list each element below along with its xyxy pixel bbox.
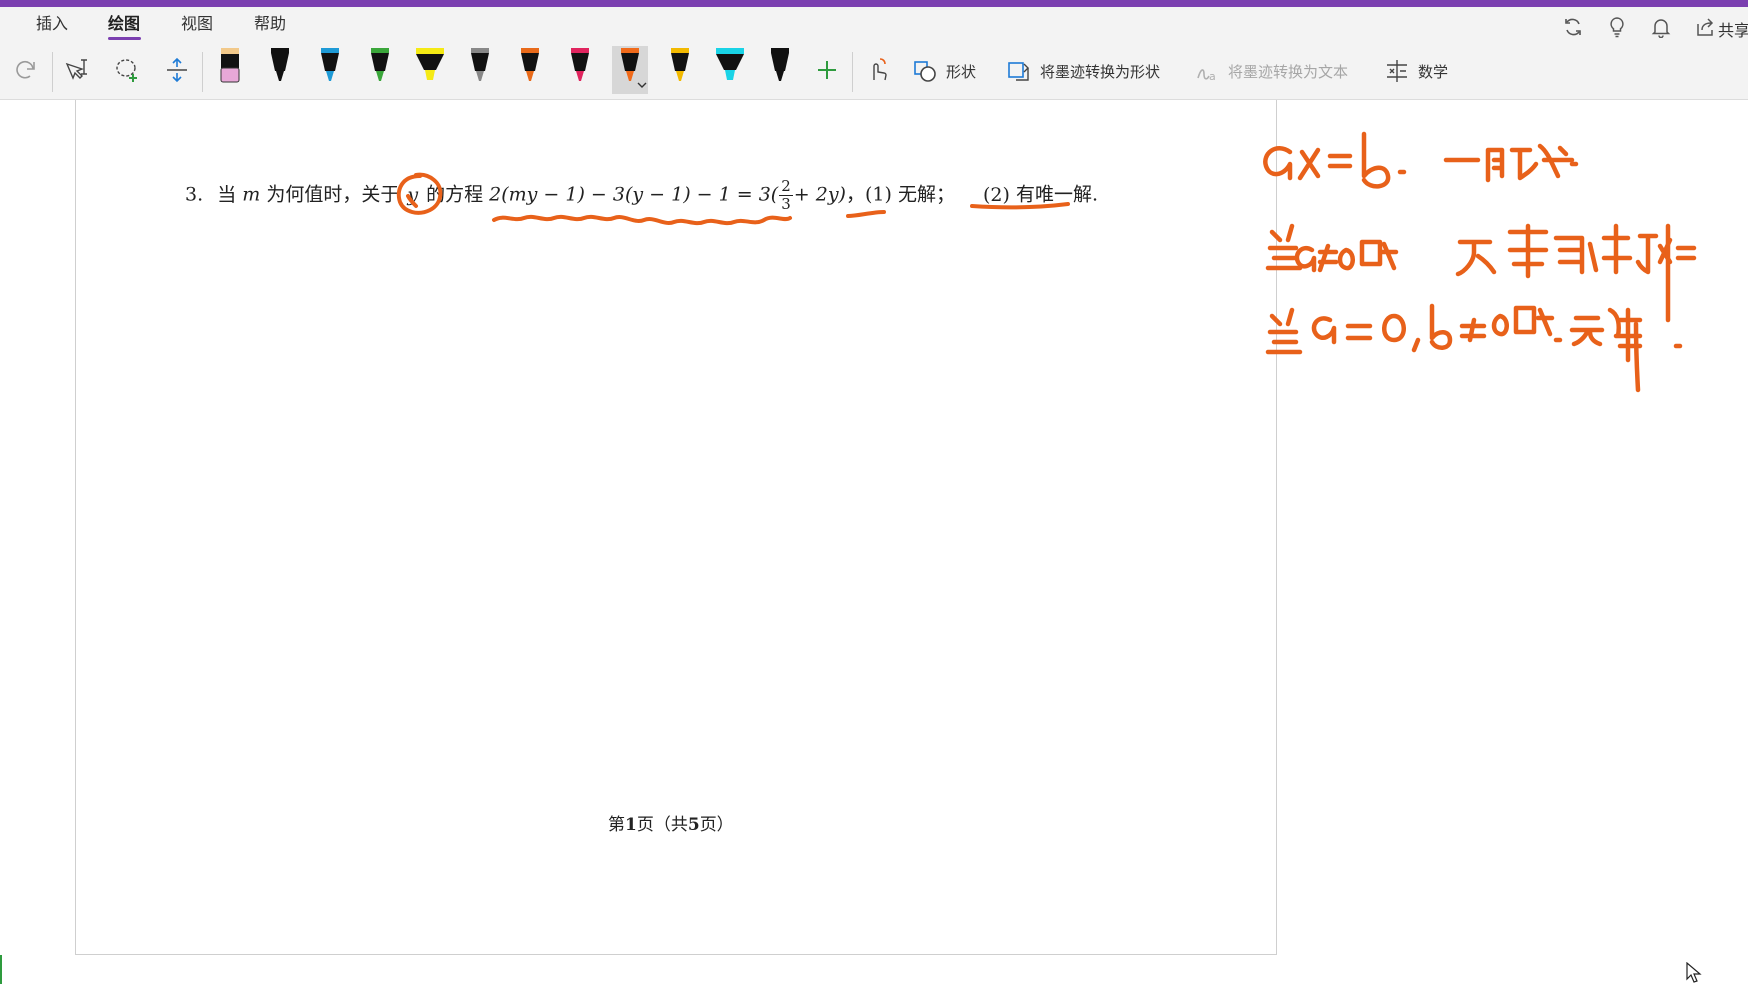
ink-yibanshi xyxy=(1443,143,1579,183)
ink-circle-tail xyxy=(406,194,418,208)
mouse-cursor-icon xyxy=(1686,962,1702,983)
ink-underline-part2 xyxy=(970,202,1070,210)
ink-underline-equation xyxy=(492,214,792,226)
ink-ax-eq-b xyxy=(1263,131,1407,189)
ink-annotations[interactable] xyxy=(0,0,1748,984)
ink-line-3b xyxy=(1429,303,1563,350)
ink-line-2 xyxy=(1265,223,1399,273)
ink-wujie xyxy=(1569,307,1643,393)
ink-underline-part1 xyxy=(846,210,886,218)
ink-circle-y xyxy=(396,172,443,215)
ink-line-3 xyxy=(1265,307,1421,355)
ink-line-2b xyxy=(1455,223,1697,279)
